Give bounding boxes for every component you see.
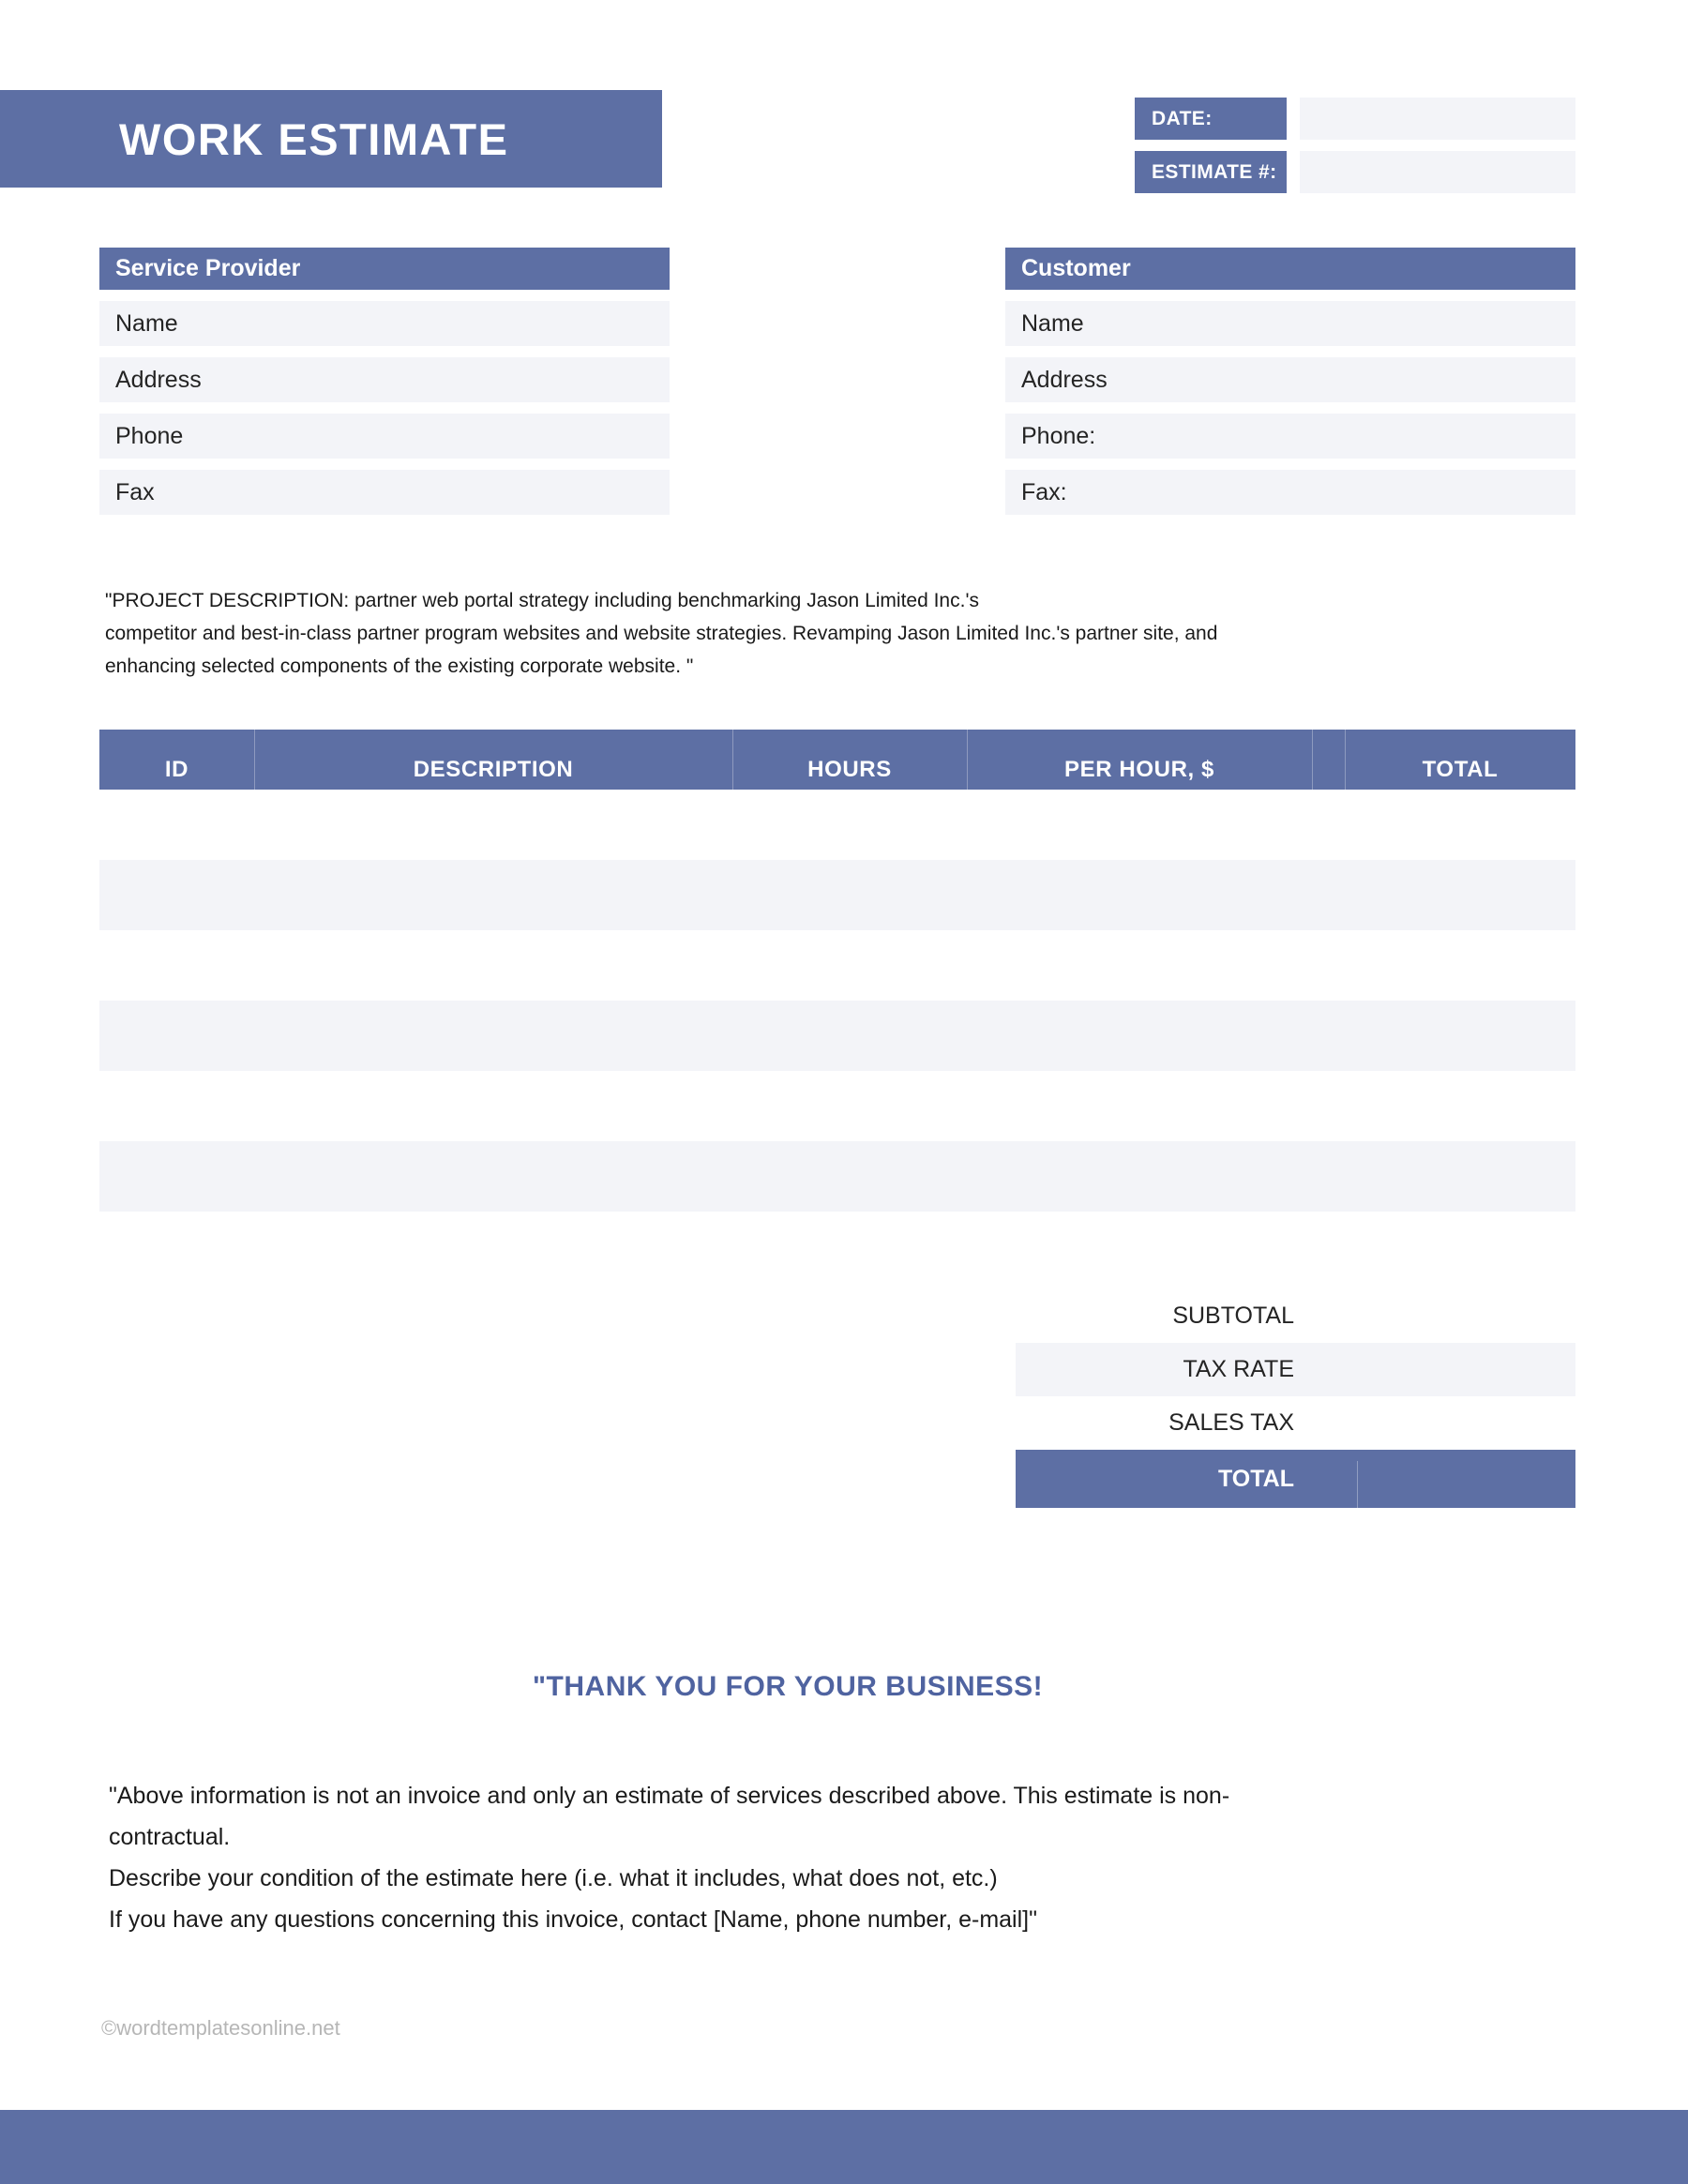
customer-phone-field[interactable]: Phone: bbox=[1005, 414, 1575, 459]
table-row[interactable] bbox=[99, 1001, 1575, 1071]
estimate-meta-block: DATE: ESTIMATE #: bbox=[1135, 98, 1575, 204]
service-provider-address-field[interactable]: Address bbox=[99, 357, 670, 402]
date-row: DATE: bbox=[1135, 98, 1575, 140]
page-title: WORK ESTIMATE bbox=[119, 113, 509, 164]
date-label: DATE: bbox=[1135, 98, 1287, 140]
sales-tax-row: SALES TAX bbox=[925, 1396, 1575, 1450]
column-divider-4 bbox=[1312, 730, 1313, 790]
grand-total-row: TOTAL bbox=[1016, 1450, 1575, 1508]
table-row[interactable] bbox=[99, 790, 1575, 860]
customer-address-field[interactable]: Address bbox=[1005, 357, 1575, 402]
column-header-hours: HOURS bbox=[807, 757, 892, 782]
disclaimer-line-4: If you have any questions concerning thi… bbox=[109, 1906, 1037, 1933]
estimate-number-label: ESTIMATE #: bbox=[1135, 151, 1287, 193]
watermark-credit: ©wordtemplatesonline.net bbox=[101, 2016, 340, 2040]
service-provider-name-field[interactable]: Name bbox=[99, 301, 670, 346]
document-title-bar: WORK ESTIMATE bbox=[0, 90, 662, 188]
column-header-total: TOTAL bbox=[1422, 757, 1499, 782]
tax-rate-label: TAX RATE bbox=[1183, 1356, 1294, 1382]
footer-bar bbox=[0, 2110, 1688, 2184]
sales-tax-label: SALES TAX bbox=[1168, 1409, 1294, 1436]
disclaimer-line-2: contractual. bbox=[109, 1824, 231, 1850]
table-row[interactable] bbox=[99, 930, 1575, 1001]
estimate-number-row: ESTIMATE #: bbox=[1135, 151, 1575, 193]
service-provider-phone-field[interactable]: Phone bbox=[99, 414, 670, 459]
project-description-line-3: enhancing selected components of the exi… bbox=[105, 655, 694, 677]
disclaimer-text: "Above information is not an invoice and… bbox=[109, 1775, 1534, 1940]
service-provider-heading: Service Provider bbox=[99, 248, 670, 290]
subtotal-label: SUBTOTAL bbox=[1172, 1303, 1294, 1329]
project-description-line-2: competitor and best-in-class partner pro… bbox=[105, 623, 1218, 644]
disclaimer-line-3: Describe your condition of the estimate … bbox=[109, 1865, 998, 1891]
total-column-divider bbox=[1357, 1461, 1358, 1508]
table-row[interactable] bbox=[99, 1071, 1575, 1141]
subtotal-row: SUBTOTAL bbox=[925, 1289, 1575, 1343]
column-header-description: DESCRIPTION bbox=[413, 757, 574, 782]
tax-rate-row[interactable]: TAX RATE bbox=[1016, 1343, 1575, 1396]
thank-you-message: "THANK YOU FOR YOUR BUSINESS! bbox=[532, 1671, 1044, 1702]
totals-block: SUBTOTAL TAX RATE SALES TAX TOTAL bbox=[925, 1289, 1575, 1508]
project-description-line-1: "PROJECT DESCRIPTION: partner web portal… bbox=[105, 590, 979, 611]
customer-fax-field[interactable]: Fax: bbox=[1005, 470, 1575, 515]
table-row[interactable] bbox=[99, 1212, 1575, 1282]
disclaimer-line-1: "Above information is not an invoice and… bbox=[109, 1783, 1230, 1809]
project-description: "PROJECT DESCRIPTION: partner web portal… bbox=[105, 584, 1465, 683]
column-header-per-hour: PER HOUR, $ bbox=[1064, 757, 1214, 782]
estimate-page: WORK ESTIMATE DATE: ESTIMATE #: Service … bbox=[0, 0, 1688, 2184]
date-input[interactable] bbox=[1300, 98, 1575, 140]
grand-total-label: TOTAL bbox=[1217, 1465, 1294, 1492]
customer-name-field[interactable]: Name bbox=[1005, 301, 1575, 346]
service-provider-block: Service Provider Name Address Phone Fax bbox=[99, 248, 670, 515]
estimate-number-input[interactable] bbox=[1300, 151, 1575, 193]
column-header-id: ID bbox=[164, 757, 189, 782]
table-row[interactable] bbox=[99, 1141, 1575, 1212]
line-items-header-row: ID DESCRIPTION HOURS PER HOUR, $ TOTAL bbox=[99, 730, 1575, 790]
service-provider-fax-field[interactable]: Fax bbox=[99, 470, 670, 515]
line-items-table: ID DESCRIPTION HOURS PER HOUR, $ TOTAL bbox=[99, 730, 1575, 1282]
customer-block: Customer Name Address Phone: Fax: bbox=[1005, 248, 1575, 515]
table-row[interactable] bbox=[99, 860, 1575, 930]
customer-heading: Customer bbox=[1005, 248, 1575, 290]
